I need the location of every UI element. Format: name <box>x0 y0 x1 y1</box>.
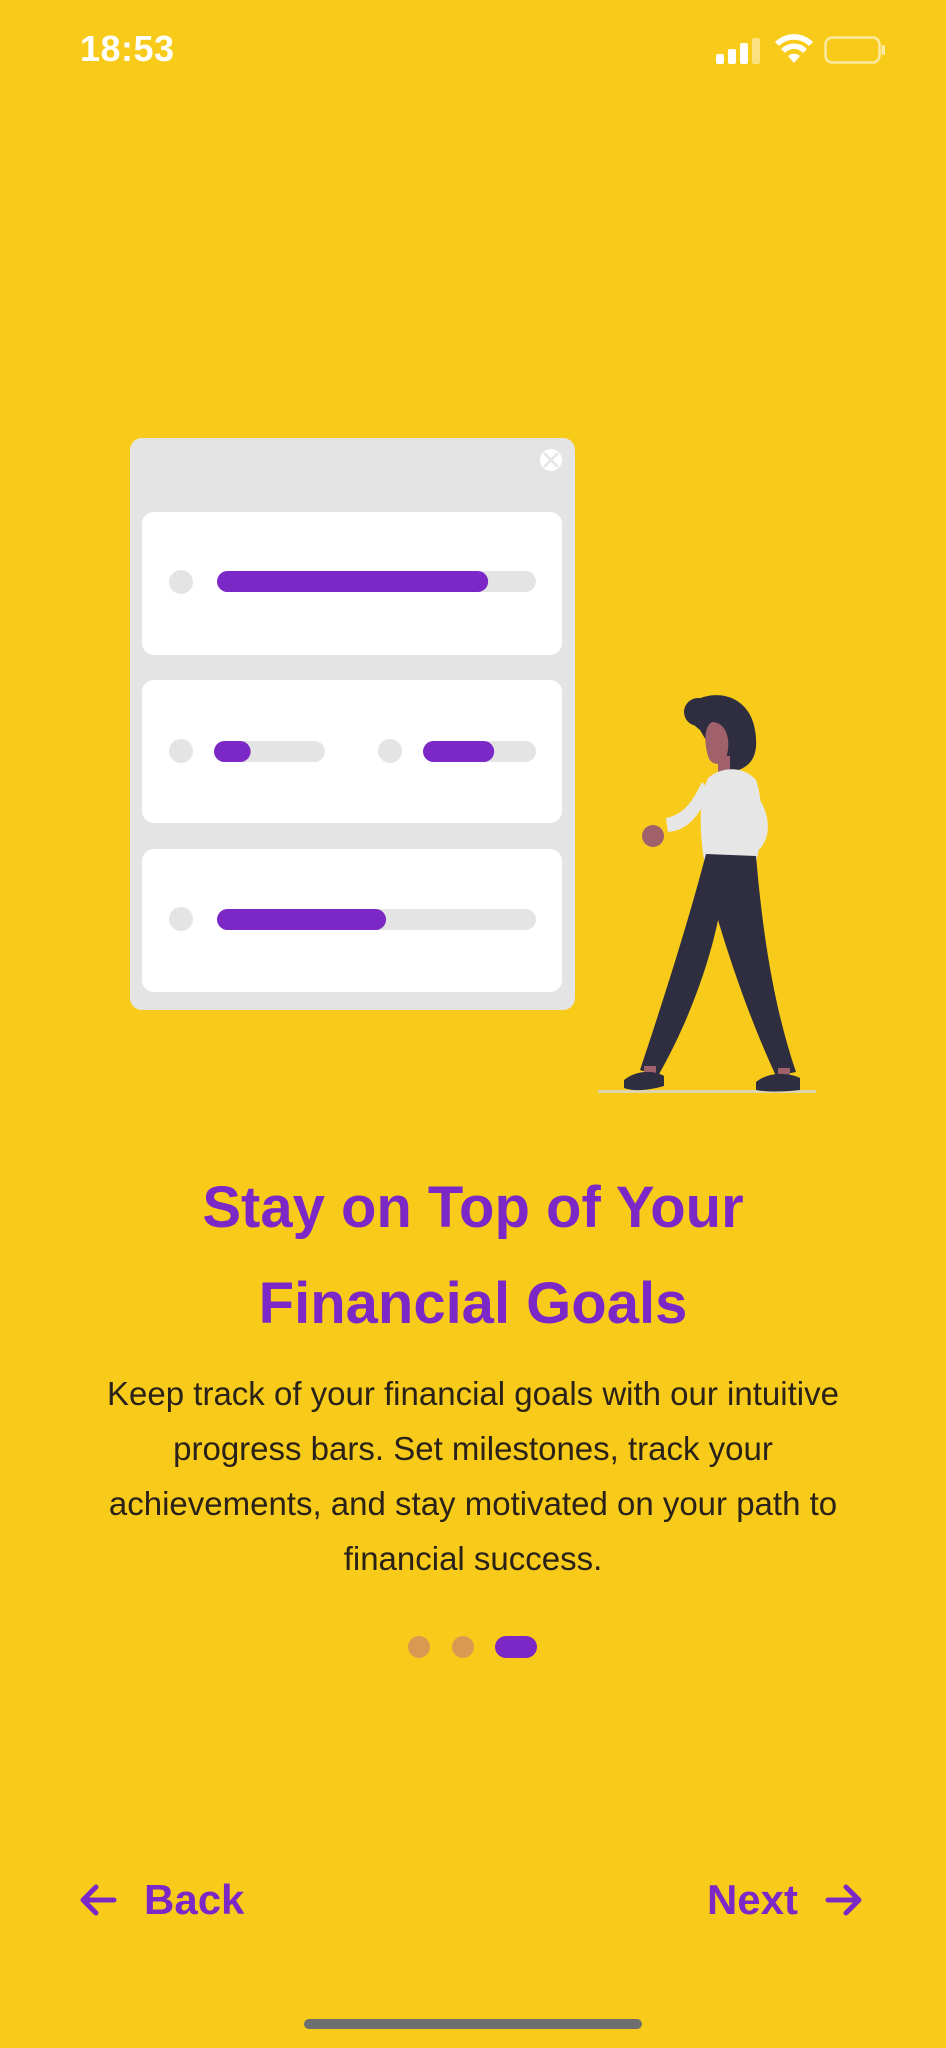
progress-bar-3 <box>217 909 387 930</box>
status-time: 18:53 <box>80 28 175 69</box>
battery-icon <box>824 36 885 64</box>
progress-bar-2b <box>423 741 495 762</box>
arrow-left-icon <box>80 1884 117 1916</box>
next-button[interactable]: Next <box>707 1870 864 1930</box>
onboarding-description: Keep track of your financial goals with … <box>107 1375 839 1577</box>
title-line-1: Stay on Top of Your <box>202 1175 744 1240</box>
wifi-icon <box>775 34 813 63</box>
title-line-2: Financial Goals <box>258 1271 688 1336</box>
page-dot-2[interactable] <box>452 1636 474 1658</box>
arrow-right-icon <box>825 1884 862 1916</box>
progress-illustration <box>130 438 816 1093</box>
progress-bar-2a <box>214 741 251 762</box>
woman-figure <box>598 695 816 1093</box>
page-dot-1[interactable] <box>408 1636 430 1658</box>
back-button-label: Back <box>144 1876 245 1923</box>
progress-bar-1 <box>217 571 489 592</box>
close-icon <box>540 449 562 471</box>
page-dot-3-active[interactable] <box>495 1636 537 1658</box>
back-button[interactable]: Back <box>78 1870 244 1930</box>
onboarding-title: Stay on Top of Your Financial Goals <box>60 1160 886 1352</box>
status-bar: 18:53 <box>0 0 946 110</box>
home-indicator[interactable] <box>304 2019 642 2029</box>
signal-icon <box>716 38 760 64</box>
page-indicator <box>0 1636 946 1660</box>
status-icons <box>716 34 896 70</box>
next-button-label: Next <box>706 1876 798 1923</box>
